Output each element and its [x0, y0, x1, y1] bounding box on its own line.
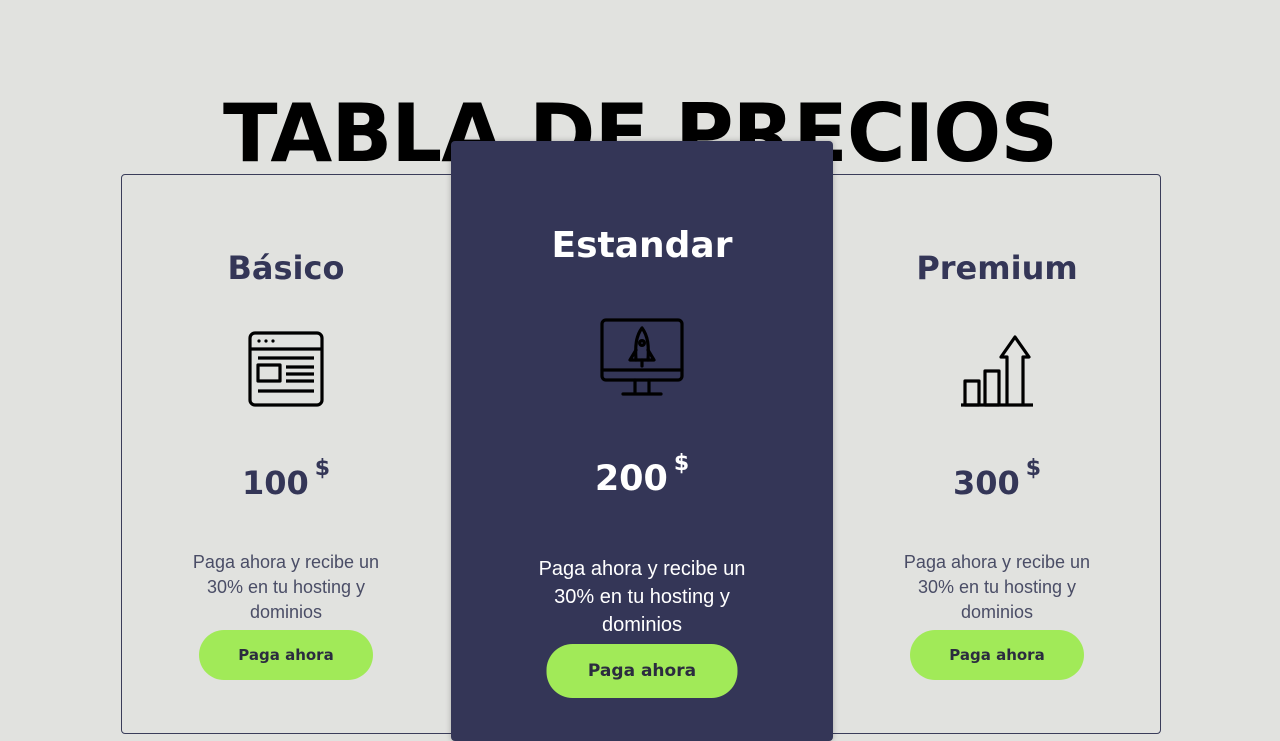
plan-description: Paga ahora y recibe un 30% en tu hosting… — [538, 558, 746, 636]
plan-description: Paga ahora y recibe un 30% en tu hosting… — [192, 552, 380, 622]
plan-description: Paga ahora y recibe un 30% en tu hosting… — [903, 552, 1091, 622]
currency-symbol: $ — [314, 456, 331, 481]
pricing-card-estandar: Estandar 200 $ Paga ahora y recibe un 30%… — [451, 141, 833, 741]
pricing-card-basico: Básico 100 $ Paga ahora y recibe un 30% e… — [121, 174, 451, 720]
plan-name: Estandar — [551, 225, 733, 266]
plan-price: 200 $ — [451, 451, 833, 499]
rocket-monitor-icon — [600, 318, 684, 396]
pay-now-button[interactable]: Paga ahora — [910, 630, 1084, 680]
plan-name: Premium — [916, 249, 1078, 287]
currency-symbol: $ — [1025, 456, 1042, 481]
price-value: 300 — [952, 464, 1020, 502]
price-value: 200 — [594, 459, 668, 499]
plan-price: 300 $ — [832, 456, 1162, 502]
browser-window-icon — [248, 331, 324, 407]
currency-symbol: $ — [673, 451, 690, 476]
growth-chart-icon — [961, 335, 1033, 407]
pay-now-button[interactable]: Paga ahora — [546, 644, 738, 698]
pay-now-button[interactable]: Paga ahora — [199, 630, 373, 680]
plan-price: 100 $ — [121, 456, 451, 502]
pricing-card-premium: Premium 300 $ Paga ahora y recibe un 30% … — [832, 174, 1162, 720]
plan-name: Básico — [227, 249, 345, 287]
price-value: 100 — [241, 464, 309, 502]
